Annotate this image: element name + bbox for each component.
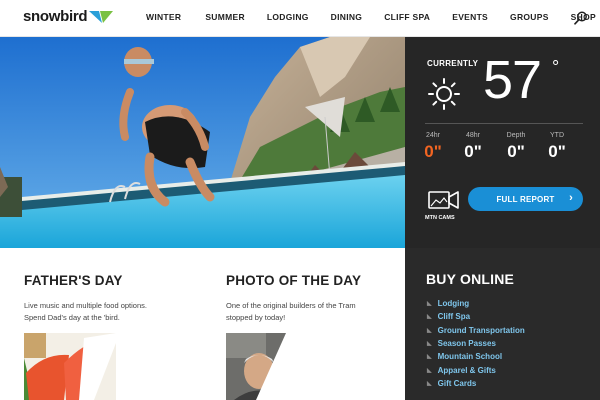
snow-stat-depth: Depth 0" (496, 132, 536, 162)
main-nav: WINTER SUMMER LODGING DINING CLIFF SPA E… (138, 12, 596, 22)
sun-icon (428, 78, 460, 110)
bullet-icon: ◣ (427, 380, 432, 387)
buy-online-item-label: Lodging (437, 299, 470, 309)
bullet-icon: ◣ (427, 367, 432, 374)
card-text-line: Live music and multiple food options. (24, 301, 147, 310)
card-text-line: Spend Dad's day at the 'bird. (24, 313, 120, 322)
buy-online-item-label: Cliff Spa (437, 312, 471, 322)
watermelon-image (24, 333, 116, 400)
nav-winter[interactable]: WINTER (146, 12, 181, 22)
full-report-button[interactable]: FULL REPORT › (468, 187, 583, 211)
buy-online-item-label: Gift Cards (437, 378, 477, 388)
snow-stat-value: 0" (464, 142, 482, 161)
nav-events[interactable]: EVENTS (452, 12, 488, 22)
buy-online-list: ◣ Lodging ◣ Cliff Spa ◣ Ground Transportati… (427, 297, 525, 390)
buy-online-title: BUY ONLINE (426, 271, 515, 287)
buy-online-item-gift-cards[interactable]: ◣ Gift Cards (427, 377, 525, 390)
bullet-icon: ◣ (427, 301, 432, 308)
snow-stat-24hr: 24hr 0" (413, 132, 453, 162)
buy-online-item-apparel-gifts[interactable]: ◣ Apparel & Gifts (427, 363, 525, 376)
nav-groups[interactable]: GROUPS (510, 12, 549, 22)
temperature-unit: ° (552, 57, 560, 77)
buy-online-item-ground-transportation[interactable]: ◣ Ground Transportation (427, 324, 525, 337)
buy-online-item-label: Ground Transportation (437, 325, 525, 335)
snow-stat-label: YTD (550, 132, 564, 139)
fathers-day-text: Live music and multiple food options. Sp… (24, 300, 147, 324)
photo-of-the-day-title[interactable]: PHOTO OF THE DAY (226, 273, 361, 288)
buy-online-item-label: Mountain School (437, 352, 503, 362)
photo-of-the-day-thumbnail[interactable] (226, 333, 318, 400)
buy-online-item-season-passes[interactable]: ◣ Season Passes (427, 337, 525, 350)
man-portrait-image (226, 333, 318, 400)
snowbird-logo[interactable]: snowbird (23, 8, 114, 25)
hero-pool-scene (0, 37, 405, 248)
buy-online-item-lodging[interactable]: ◣ Lodging (427, 297, 525, 310)
snow-stat-value: 0" (507, 142, 525, 161)
fathers-day-title[interactable]: FATHER'S DAY (24, 273, 123, 288)
logo-text: snowbird (23, 8, 88, 25)
weather-divider (425, 123, 583, 124)
bullet-icon: ◣ (427, 314, 432, 321)
bullet-icon: ◣ (427, 341, 432, 348)
search-icon[interactable] (574, 11, 588, 25)
snow-stat-label: 48hr (465, 132, 480, 139)
nav-lodging[interactable]: LODGING (267, 12, 309, 22)
nav-cliff-spa[interactable]: CLIFF SPA (384, 12, 430, 22)
buy-online-item-mountain-school[interactable]: ◣ Mountain School (427, 350, 525, 363)
buy-online-item-label: Season Passes (437, 339, 496, 349)
snow-stat-label: 24hr (425, 132, 440, 139)
buy-online-item-label: Apparel & Gifts (437, 365, 496, 375)
fathers-day-thumbnail[interactable] (24, 333, 116, 400)
card-text-line: One of the original builders of the Tram (226, 301, 356, 310)
temperature-value: 57 (483, 50, 542, 110)
bird-logo-icon (89, 10, 114, 23)
buy-online-item-cliff-spa[interactable]: ◣ Cliff Spa (427, 310, 525, 323)
video-camera-icon[interactable] (427, 188, 461, 212)
chevron-right-icon: › (569, 192, 573, 204)
bullet-icon: ◣ (427, 327, 432, 334)
snow-stat-48hr: 48hr 0" (453, 132, 493, 162)
photo-of-the-day-text: One of the original builders of the Tram… (226, 300, 356, 324)
snow-stat-ytd: YTD 0" (537, 132, 577, 162)
nav-summer[interactable]: SUMMER (205, 12, 245, 22)
currently-label: CURRENTLY (427, 59, 479, 68)
snow-stat-value: 0" (424, 142, 442, 161)
site-header: snowbird WINTER SUMMER LODGING DINING CL… (0, 0, 600, 37)
card-text-line: stopped by today! (226, 313, 286, 322)
nav-dining[interactable]: DINING (331, 12, 363, 22)
snow-stat-value: 0" (548, 142, 566, 161)
snow-stat-label: Depth (506, 132, 526, 139)
bullet-icon: ◣ (427, 354, 432, 361)
full-report-label: FULL REPORT (496, 194, 555, 204)
mtn-cams-label[interactable]: MTN CAMS (425, 215, 455, 221)
hero-image[interactable] (0, 37, 405, 248)
buy-online-panel: BUY ONLINE ◣ Lodging ◣ Cliff Spa ◣ Ground T… (405, 248, 600, 400)
weather-panel: CURRENTLY 57 ° 24hr 0" 48hr 0" Depth 0" … (405, 37, 600, 248)
